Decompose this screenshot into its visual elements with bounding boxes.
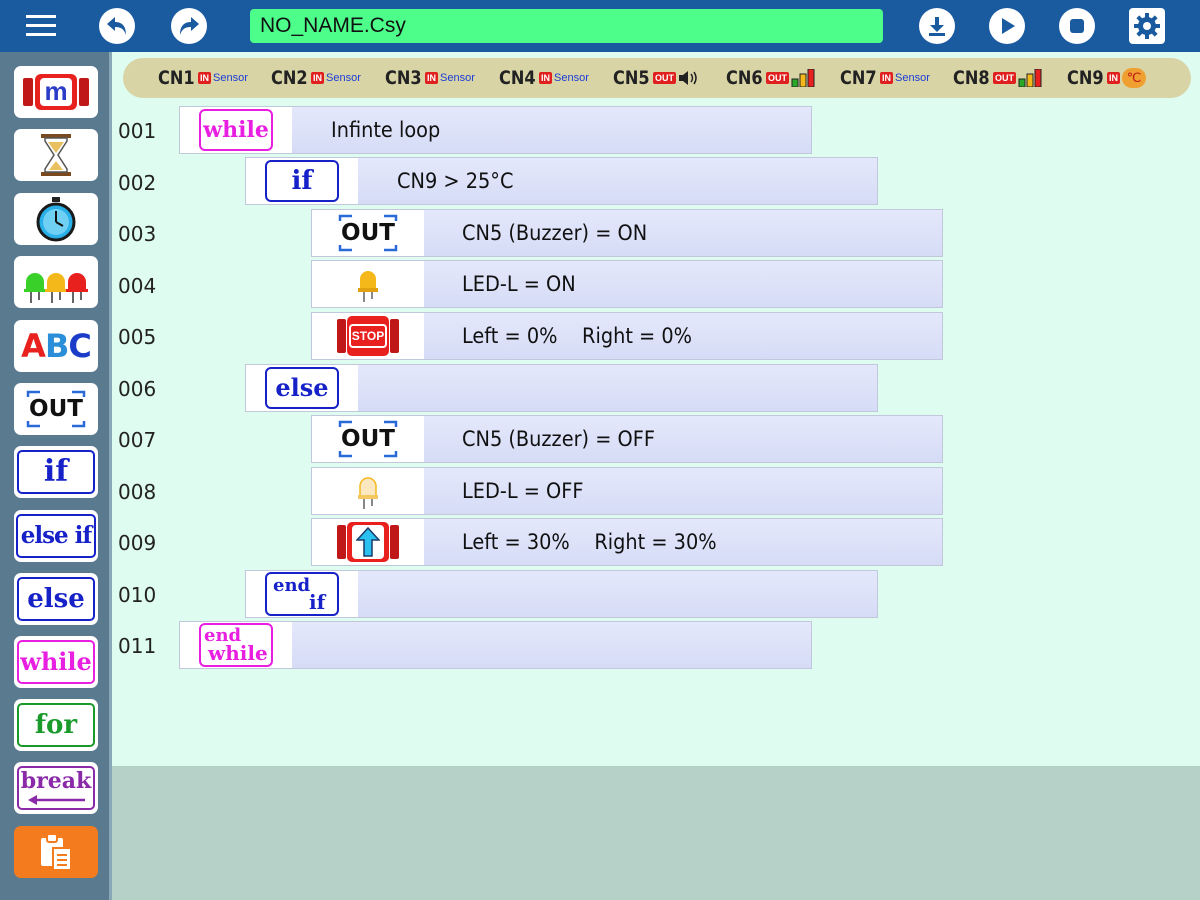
- stop-motor-icon: STOP: [336, 315, 400, 357]
- play-icon[interactable]: [986, 5, 1028, 47]
- timer-block-button[interactable]: [14, 129, 98, 181]
- forward-motor-icon: [336, 521, 400, 563]
- line-text: LED-L = OFF: [462, 479, 584, 503]
- program-line-else[interactable]: else: [245, 364, 878, 412]
- connector-cn7[interactable]: CN7 IN Sensor: [840, 67, 930, 89]
- end-while-keyword: end while: [199, 623, 273, 667]
- line-number: 001: [118, 119, 157, 143]
- text-block-button[interactable]: ABC: [14, 320, 98, 372]
- program-line-motor-forward[interactable]: Left = 30% Right = 30%: [311, 518, 943, 566]
- temperature-icon: ℃: [1122, 68, 1146, 88]
- line-text: CN9 > 25°C: [397, 169, 514, 193]
- connector-cn2[interactable]: CN2 IN Sensor: [271, 67, 361, 89]
- level-meter-icon: [791, 69, 815, 87]
- connector-cn8[interactable]: CN8 OUT: [953, 67, 1042, 89]
- arrow-up-icon: [356, 527, 380, 557]
- connector-cn3[interactable]: CN3 IN Sensor: [385, 67, 475, 89]
- program-line-if[interactable]: if CN9 > 25°C: [245, 157, 878, 205]
- connector-cn6[interactable]: CN6 OUT: [726, 67, 815, 89]
- led-icon: [24, 273, 88, 303]
- for-block-button[interactable]: for: [14, 699, 98, 751]
- program-line-motor-stop[interactable]: STOP Left = 0% Right = 0%: [311, 312, 943, 360]
- undo-icon[interactable]: [96, 5, 138, 47]
- connector-cn4[interactable]: CN4 IN Sensor: [499, 67, 589, 89]
- program-line-end-while[interactable]: end while: [179, 621, 812, 669]
- hamburger-icon[interactable]: [20, 5, 62, 47]
- while-keyword: while: [199, 109, 273, 151]
- download-icon[interactable]: [916, 5, 958, 47]
- speaker-icon: [679, 71, 697, 85]
- redo-icon[interactable]: [168, 5, 210, 47]
- arrow-left-icon: [28, 795, 85, 805]
- line-number: 008: [118, 480, 157, 504]
- program-line-led[interactable]: LED-L = OFF: [311, 467, 943, 515]
- break-block-button[interactable]: break: [14, 762, 98, 814]
- led-block-button[interactable]: [14, 256, 98, 308]
- connector-cn1[interactable]: CN1 IN Sensor: [158, 67, 248, 89]
- motor-block-button[interactable]: m: [14, 66, 98, 118]
- stop-icon[interactable]: [1056, 5, 1098, 47]
- line-number: 002: [118, 171, 157, 195]
- led-on-icon: [358, 271, 378, 302]
- else-if-block-button[interactable]: else if: [14, 510, 98, 562]
- out-icon: OUT: [24, 389, 88, 429]
- line-text: Infinte loop: [331, 118, 441, 142]
- program-line-out[interactable]: OUT CN5 (Buzzer) = ON: [311, 209, 943, 257]
- if-block-button[interactable]: if: [14, 446, 98, 498]
- gear-icon[interactable]: [1126, 5, 1168, 47]
- stopwatch-icon: [36, 197, 76, 242]
- program-line-while[interactable]: while Infinte loop: [179, 106, 812, 154]
- line-text: LED-L = ON: [462, 272, 576, 296]
- line-number: 003: [118, 222, 157, 246]
- end-if-keyword: end if: [265, 572, 339, 616]
- clipboard-icon: [41, 833, 72, 871]
- line-text: CN5 (Buzzer) = OFF: [462, 427, 655, 451]
- line-text: Left = 30% Right = 30%: [462, 530, 717, 554]
- hourglass-icon: [41, 134, 71, 176]
- line-number: 004: [118, 274, 157, 298]
- if-keyword: if: [265, 160, 339, 202]
- paste-button[interactable]: [14, 826, 98, 878]
- led-off-icon: [358, 477, 378, 509]
- line-number: 009: [118, 531, 157, 555]
- robot-motor-icon: m: [21, 72, 91, 112]
- connector-bar: CN1 IN Sensor CN2 IN Sensor CN3 IN Sensor CN4 I…: [123, 58, 1191, 98]
- line-number: 007: [118, 428, 157, 452]
- else-keyword: else: [265, 367, 339, 409]
- out-block-button[interactable]: OUT: [14, 383, 98, 435]
- filename-field[interactable]: NO_NAME.Csy: [250, 9, 883, 43]
- program-line-end-if[interactable]: end if: [245, 570, 878, 618]
- program-line-out[interactable]: OUT CN5 (Buzzer) = OFF: [311, 415, 943, 463]
- line-number: 005: [118, 325, 157, 349]
- line-number: 010: [118, 583, 157, 607]
- top-toolbar: NO_NAME.Csy: [0, 0, 1200, 52]
- connector-cn5[interactable]: CN5 OUT: [613, 67, 700, 89]
- out-icon: OUT: [336, 213, 400, 253]
- program-line-led[interactable]: LED-L = ON: [311, 260, 943, 308]
- stopwatch-block-button[interactable]: [14, 193, 98, 245]
- abc-label: ABC: [21, 327, 92, 365]
- else-block-button[interactable]: else: [14, 573, 98, 625]
- level-meter-icon: [1018, 69, 1042, 87]
- out-icon: OUT: [336, 419, 400, 459]
- line-number: 006: [118, 377, 157, 401]
- connector-cn9[interactable]: CN9 IN ℃: [1067, 67, 1146, 89]
- line-text: CN5 (Buzzer) = ON: [462, 221, 648, 245]
- line-text: Left = 0% Right = 0%: [462, 324, 693, 348]
- block-palette: m ABC OUT if else if else while for brea…: [0, 52, 112, 900]
- while-block-button[interactable]: while: [14, 636, 98, 688]
- line-number: 011: [118, 634, 157, 658]
